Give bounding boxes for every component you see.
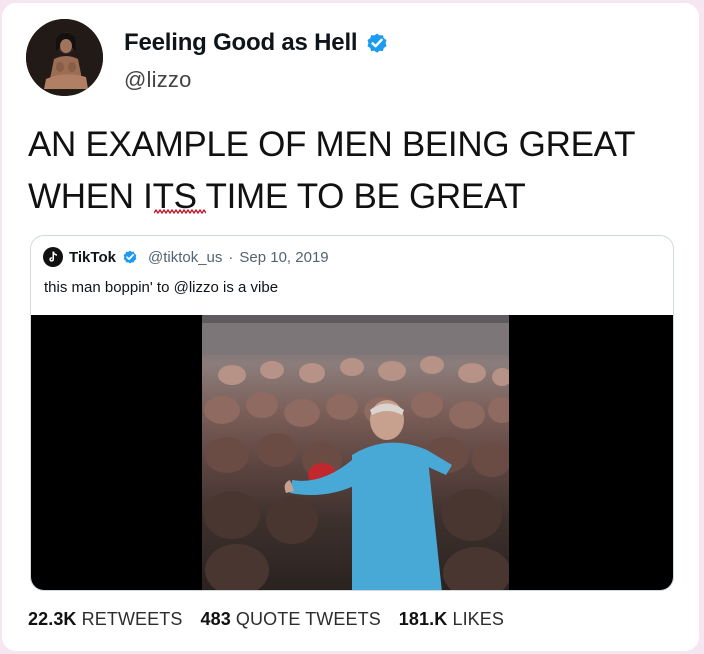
video-frame — [202, 315, 509, 590]
tweet-text-line-1: AN EXAMPLE OF MEN BEING GREAT — [28, 125, 636, 164]
author-name-row: Feeling Good as Hell — [124, 29, 389, 57]
quoted-tweet-text: this man boppin' to @lizzo is a vibe — [44, 279, 279, 296]
likes-stat[interactable]: 181.K LIKES — [399, 609, 504, 630]
tweet-text-line-2: WHEN ITS TIME TO BE GREAT — [28, 177, 526, 216]
quoted-tweet-header: TikTok @tiktok_us · Sep 10, 2019 — [43, 247, 329, 267]
retweets-stat[interactable]: 22.3K RETWEETS — [28, 609, 182, 630]
author-handle[interactable]: @lizzo — [124, 67, 192, 93]
quote-tweets-count: 483 — [200, 609, 231, 629]
retweets-label: RETWEETS — [81, 609, 183, 629]
quoted-tweet[interactable]: TikTok @tiktok_us · Sep 10, 2019 this ma… — [30, 235, 674, 591]
tiktok-logo-icon — [43, 247, 63, 267]
likes-label: LIKES — [452, 609, 504, 629]
spellcheck-squiggle-icon — [154, 209, 206, 215]
quoted-separator: · — [228, 248, 234, 266]
quoted-display-name[interactable]: TikTok — [69, 249, 116, 266]
quote-tweets-stat[interactable]: 483 QUOTE TWEETS — [200, 609, 380, 630]
video-player[interactable] — [31, 315, 673, 590]
video-still-image — [202, 315, 509, 590]
quoted-handle[interactable]: @tiktok_us — [148, 249, 222, 266]
tweet-text: AN EXAMPLE OF MEN BEING GREAT WHEN ITS T… — [28, 119, 688, 223]
avatar-photo — [26, 19, 103, 96]
avatar[interactable] — [26, 19, 103, 96]
likes-count: 181.K — [398, 609, 448, 629]
verified-badge-icon — [123, 250, 137, 264]
retweets-count: 22.3K — [28, 609, 77, 629]
verified-badge-icon — [367, 33, 387, 53]
quote-tweets-label: QUOTE TWEETS — [235, 609, 381, 629]
author-display-name[interactable]: Feeling Good as Hell — [124, 29, 358, 57]
quoted-date[interactable]: Sep 10, 2019 — [239, 249, 328, 266]
engagement-stats: 22.3K RETWEETS 483 QUOTE TWEETS 181.K LI… — [28, 609, 504, 630]
tweet-card: Feeling Good as Hell @lizzo AN EXAMPLE O… — [2, 3, 699, 651]
